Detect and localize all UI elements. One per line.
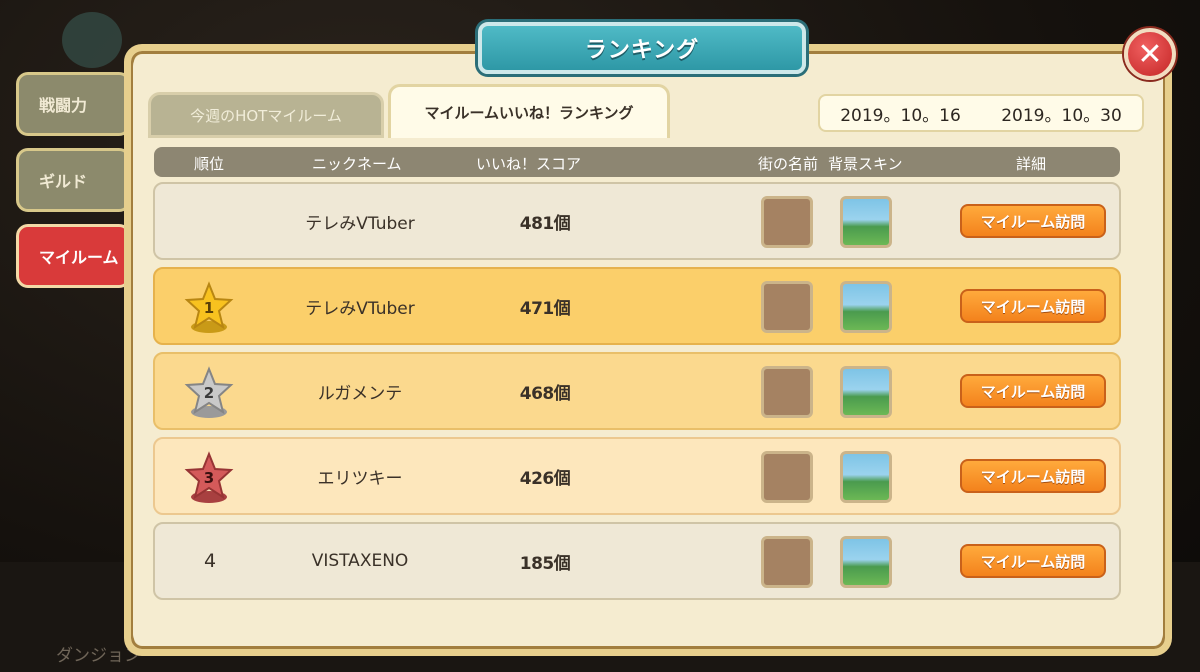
- nickname: テレみVTuber: [305, 298, 415, 319]
- date-end: 2019。10。30: [1001, 105, 1122, 126]
- header-town: 街の名前: [758, 155, 819, 173]
- side-tab-myroom[interactable]: マイルーム: [16, 224, 131, 288]
- visit-myroom-button[interactable]: マイルーム訪問: [960, 459, 1106, 493]
- visit-myroom-button[interactable]: マイルーム訪問: [960, 544, 1106, 578]
- medal-rank-text: 1: [204, 299, 214, 317]
- visit-myroom-button[interactable]: マイルーム訪問: [960, 204, 1106, 238]
- like-score: 481個: [519, 213, 571, 234]
- nickname: ルガメンテ: [317, 383, 403, 404]
- background-character: [62, 12, 122, 68]
- tab-like-ranking[interactable]: マイルームいいね！ランキング: [388, 84, 670, 138]
- date-range: 2019。10。16 2019。10。30: [818, 94, 1144, 132]
- medal-rank-text: 3: [204, 469, 214, 487]
- close-button[interactable]: ✕: [1124, 28, 1176, 80]
- header-detail: 詳細: [1016, 155, 1047, 173]
- town-thumbnail-icon[interactable]: [761, 536, 813, 588]
- nickname: VISTAXENO: [311, 551, 409, 571]
- table-row: 4 VISTAXENO 185個 マイルーム訪問: [153, 522, 1121, 600]
- title-banner: ランキング: [478, 22, 806, 74]
- like-score: 426個: [519, 468, 571, 489]
- bronze-star-medal-icon: 3: [184, 451, 234, 503]
- side-tab-guild[interactable]: ギルド: [16, 148, 131, 212]
- table-row: テレみVTuber 481個 マイルーム訪問: [153, 182, 1121, 260]
- table-header: 順位 ニックネーム いいね！スコア 街の名前 背景スキン 詳細: [154, 147, 1120, 177]
- town-thumbnail-icon[interactable]: [761, 451, 813, 503]
- silver-star-medal-icon: 2: [184, 366, 234, 418]
- table-row: 2 ルガメンテ 468個 マイルーム訪問: [153, 352, 1121, 430]
- like-score: 468個: [519, 383, 571, 404]
- side-tab-power[interactable]: 戦闘力: [16, 72, 131, 136]
- page-title: ランキング: [584, 38, 700, 63]
- town-thumbnail-icon[interactable]: [761, 366, 813, 418]
- background-skin-thumbnail-icon[interactable]: [840, 366, 892, 418]
- like-score: 471個: [519, 298, 571, 319]
- table-row: 3 エリツキー 426個 マイルーム訪問: [153, 437, 1121, 515]
- header-rank: 順位: [194, 155, 225, 173]
- background-skin-thumbnail-icon[interactable]: [840, 281, 892, 333]
- medal-rank-text: 2: [204, 384, 214, 402]
- background-skin-thumbnail-icon[interactable]: [840, 196, 892, 248]
- side-tab-label: 戦闘力: [39, 96, 88, 115]
- tab-label: 今週のHOTマイルーム: [190, 106, 342, 125]
- nickname: エリツキー: [317, 468, 403, 489]
- rank-number: 4: [203, 550, 217, 572]
- rank-number: [155, 184, 265, 258]
- close-icon: ✕: [1137, 36, 1163, 72]
- header-nickname: ニックネーム: [312, 155, 402, 173]
- side-tab-label: マイルーム: [39, 248, 119, 267]
- like-score: 185個: [519, 553, 571, 574]
- visit-myroom-button[interactable]: マイルーム訪問: [960, 289, 1106, 323]
- tab-weekly-hot[interactable]: 今週のHOTマイルーム: [148, 92, 384, 138]
- town-thumbnail-icon[interactable]: [761, 196, 813, 248]
- tab-label: マイルームいいね！ランキング: [424, 104, 634, 122]
- visit-myroom-button[interactable]: マイルーム訪問: [960, 374, 1106, 408]
- table-row: 1 テレみVTuber 471個 マイルーム訪問: [153, 267, 1121, 345]
- town-thumbnail-icon[interactable]: [761, 281, 813, 333]
- header-skin: 背景スキン: [828, 155, 903, 173]
- gold-star-medal-icon: 1: [184, 281, 234, 333]
- background-skin-thumbnail-icon[interactable]: [840, 451, 892, 503]
- side-tab-label: ギルド: [39, 172, 88, 191]
- header-score: いいね！スコア: [476, 155, 582, 173]
- background-skin-thumbnail-icon[interactable]: [840, 536, 892, 588]
- nickname: テレみVTuber: [305, 213, 415, 234]
- date-start: 2019。10。16: [840, 105, 961, 126]
